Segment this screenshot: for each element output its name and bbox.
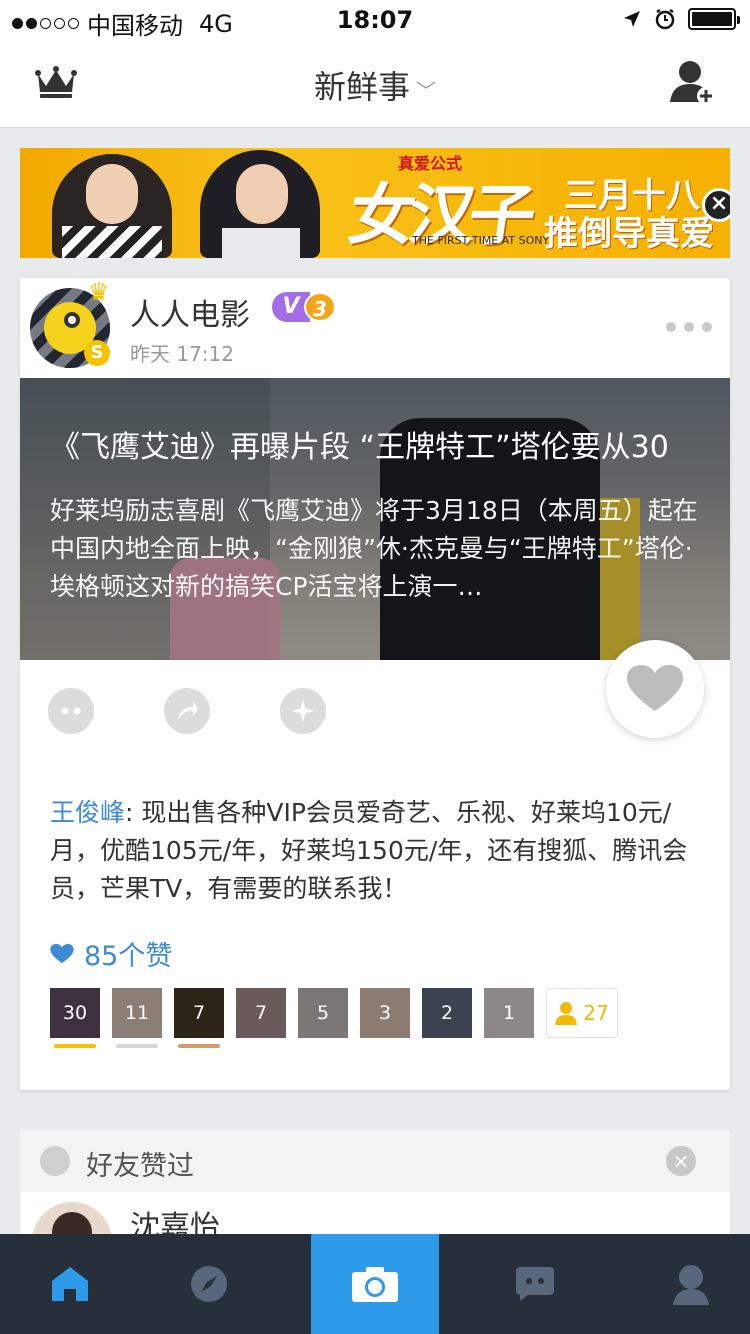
liker-avatar[interactable]: 1 — [484, 988, 534, 1038]
liker-avatar[interactable]: 11 — [112, 988, 162, 1048]
liker-count: 2 — [440, 1002, 454, 1024]
tab-bar — [0, 1234, 750, 1334]
article-preview[interactable]: 《飞鹰艾迪》再曝片段 “王牌特工”塔伦要从30 好莱坞励志喜剧《飞鹰艾迪》将于3… — [20, 378, 730, 660]
page-title: 新鲜事 — [313, 68, 410, 106]
liker-avatar[interactable]: 7 — [236, 988, 286, 1038]
like-button[interactable] — [606, 640, 704, 738]
heart-small-icon — [50, 943, 74, 963]
alarm-icon — [655, 8, 675, 30]
close-icon[interactable]: × — [666, 1146, 696, 1176]
chevron-down-icon: ﹀ — [416, 78, 436, 103]
tab-discover[interactable] — [139, 1234, 278, 1334]
sparkle-icon — [292, 700, 314, 722]
banner-image — [40, 148, 330, 258]
friend-liked-header: 好友赞过 × — [20, 1130, 730, 1192]
chat-icon — [516, 1267, 554, 1301]
liker-rank-bar — [116, 1044, 158, 1048]
friend-liked-title: 好友赞过 — [86, 1151, 194, 1182]
home-icon — [51, 1267, 88, 1301]
liker-count: 5 — [316, 1002, 330, 1024]
vip-badge: V 3 — [272, 292, 342, 322]
nav-bar: 新鲜事 ﹀ — [0, 40, 750, 128]
article-headline: 《飞鹰艾迪》再曝片段 “王牌特工”塔伦要从30 — [50, 430, 669, 465]
tab-home[interactable] — [0, 1234, 139, 1334]
liker-count: 7 — [192, 1002, 206, 1024]
featured-comment: 王俊峰: 现出售各种VIP会员爱奇艺、乐视、好莱坞10元/月，优酷105元/年，… — [50, 794, 710, 908]
banner-tag-line2: 推倒导真爱 — [544, 214, 714, 254]
discover-icon — [190, 1266, 227, 1302]
status-bar: 中国移动 4G 18:07 — [0, 0, 750, 40]
banner-ad[interactable]: 真爱公式 女汉子 THE FIRST TIME AT SONY 三月十八 推倒导… — [20, 148, 730, 258]
liker-avatar[interactable]: 5 — [298, 988, 348, 1038]
vip-level: 3 — [304, 292, 336, 322]
liker-avatar[interactable]: 2 — [422, 988, 472, 1038]
liker-count: 11 — [124, 1002, 150, 1024]
comment-icon — [61, 707, 81, 715]
banner-close-button[interactable]: × — [702, 188, 730, 222]
likes-count-label: 85个赞 — [84, 941, 173, 972]
likers-more-count: 27 — [583, 1001, 609, 1025]
person-icon — [555, 1002, 578, 1025]
profile-icon — [672, 1265, 709, 1305]
liker-count: 3 — [378, 1002, 392, 1024]
article-summary: 好莱坞励志喜剧《飞鹰艾迪》将于3月18日（本周五）起在中国内地全面上映，“金刚狼… — [50, 496, 698, 601]
camera-icon — [352, 1267, 398, 1302]
liker-avatar[interactable]: 7 — [174, 988, 224, 1048]
recommend-button[interactable] — [280, 688, 326, 734]
author-name[interactable]: 人人电影 — [130, 290, 250, 334]
tab-profile[interactable] — [631, 1234, 750, 1334]
add-friend-icon[interactable] — [670, 58, 716, 106]
battery-icon — [688, 8, 740, 30]
liker-count: 30 — [62, 1002, 88, 1024]
comment-separator: : — [125, 798, 142, 827]
more-options-icon[interactable] — [666, 322, 712, 332]
likers-more-button[interactable]: 27 — [546, 988, 618, 1038]
share-button[interactable] — [164, 688, 210, 734]
likers-row: 30 11 7 7 5 3 2 1 27 — [50, 988, 618, 1048]
friend-liked-card: 好友赞过 × 沈嘉怡 — [20, 1130, 730, 1282]
post-time: 昨天 17:12 — [130, 342, 234, 366]
liker-count: 7 — [254, 1002, 268, 1024]
likes-count[interactable]: 85个赞 — [50, 934, 172, 973]
status-right — [622, 8, 740, 30]
liker-count: 1 — [502, 1002, 516, 1024]
liker-rank-bar — [54, 1044, 96, 1048]
share-icon — [178, 702, 198, 720]
thumbs-up-icon — [40, 1146, 70, 1176]
comment-button[interactable] — [48, 688, 94, 734]
banner-subtitle: THE FIRST TIME AT SONY — [412, 234, 550, 247]
comment-text: 现出售各种VIP会员爱奇艺、乐视、好莱坞10元/月，优酷105元/年，好莱坞15… — [50, 798, 688, 903]
action-row — [48, 688, 326, 734]
liker-rank-bar — [178, 1044, 220, 1048]
heart-icon — [627, 665, 683, 711]
s-badge-icon: S — [84, 340, 110, 366]
comment-author[interactable]: 王俊峰 — [50, 798, 125, 827]
tab-camera[interactable] — [311, 1234, 439, 1334]
location-icon — [624, 11, 640, 27]
liker-avatar[interactable]: 30 — [50, 988, 100, 1048]
tab-messages[interactable] — [439, 1234, 631, 1334]
feed-selector[interactable]: 新鲜事 ﹀ — [0, 62, 750, 108]
feed-card: ♛ S 人人电影 V 3 昨天 17:12 《飞鹰艾迪》再曝片段 “王牌特工”塔… — [20, 278, 730, 1090]
liker-avatar[interactable]: 3 — [360, 988, 410, 1038]
crown-badge-icon: ♛ — [88, 278, 110, 306]
